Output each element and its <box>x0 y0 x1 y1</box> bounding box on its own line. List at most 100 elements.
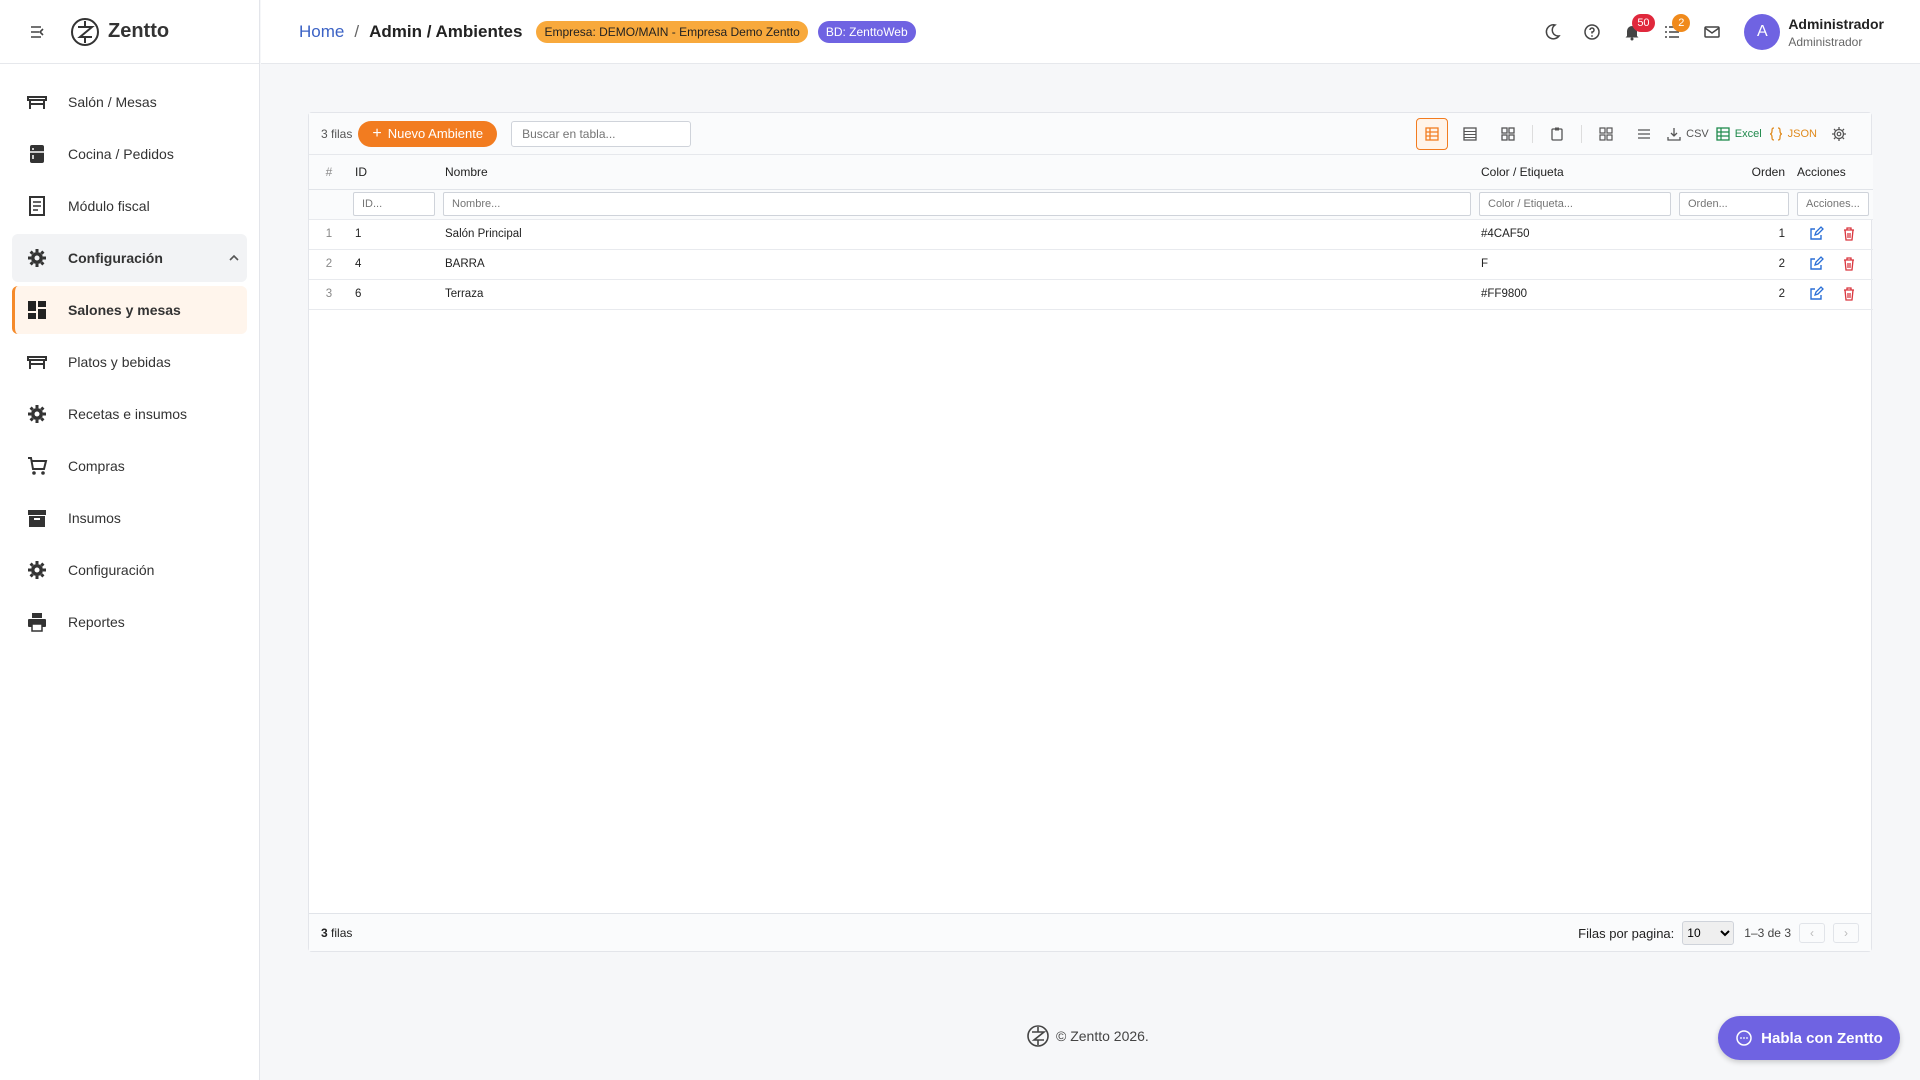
menu-collapse-icon[interactable] <box>28 22 48 42</box>
table-view-icon <box>1425 127 1439 141</box>
sidebar-item-label: Salón / Mesas <box>68 94 157 110</box>
table-search-input[interactable] <box>511 120 692 147</box>
sidebar-item-recetas-insumos[interactable]: Recetas e insumos <box>12 390 247 438</box>
user-name: Administrador <box>1788 15 1884 32</box>
table-row[interactable]: 3 6 Terraza #FF9800 2 <box>309 279 1873 310</box>
row-number: 2 <box>309 249 349 280</box>
cart-icon <box>26 455 48 477</box>
filter-cell-orden <box>1675 189 1793 220</box>
sidebar-nav: Salón / Mesas Cocina / Pedidos Módulo fi… <box>0 64 259 646</box>
prev-page-button[interactable]: ‹ <box>1799 923 1825 943</box>
rows-per-page-label: Filas por pagina: <box>1578 925 1675 941</box>
database-badge[interactable]: BD: ZenttoWeb <box>817 20 916 43</box>
user-info[interactable]: Administrador Administrador <box>1788 16 1884 49</box>
chat-assistant-button[interactable]: Habla con Zentto <box>1718 1016 1900 1060</box>
sidebar-item-salones-mesas[interactable]: Salones y mesas <box>12 286 247 334</box>
sidebar-item-cocina-pedidos[interactable]: Cocina / Pedidos <box>12 130 247 178</box>
filter-nombre-input[interactable] <box>443 192 1471 216</box>
trash-icon <box>1844 287 1855 301</box>
table-row[interactable]: 2 4 BARRA F 2 <box>309 249 1873 280</box>
edit-button[interactable] <box>1805 253 1827 275</box>
sidebar-item-compras[interactable]: Compras <box>12 442 247 490</box>
cell-acciones <box>1793 219 1873 250</box>
sidebar-item-label: Cocina / Pedidos <box>68 146 174 162</box>
ambientes-grid-panel: 3 filas + Nuevo Ambiente Buscar en tabla… <box>308 112 1873 952</box>
spreadsheet-icon <box>1716 127 1730 141</box>
avatar[interactable]: A <box>1744 14 1781 50</box>
sidebar-item-modulo-fiscal[interactable]: Módulo fiscal <box>12 182 247 230</box>
sidebar-item-insumos[interactable]: Insumos <box>12 494 247 542</box>
breadcrumb-home-link[interactable]: Home <box>299 22 344 42</box>
filter-id-input[interactable] <box>353 192 435 216</box>
table-icon <box>26 351 48 373</box>
next-page-button[interactable]: › <box>1833 923 1859 943</box>
column-header-color[interactable]: Color / Etiqueta <box>1475 155 1675 190</box>
tasks-count-badge: 2 <box>1672 14 1691 32</box>
dark-mode-toggle[interactable] <box>1532 12 1572 52</box>
messages-button[interactable] <box>1692 12 1732 52</box>
edit-icon <box>1810 226 1824 240</box>
toolbar-divider <box>1532 125 1534 143</box>
delete-button[interactable] <box>1838 223 1860 245</box>
grid-settings-button[interactable] <box>1823 118 1855 150</box>
help-button[interactable] <box>1572 12 1612 52</box>
filter-color-input[interactable] <box>1479 192 1671 216</box>
compact-view-button[interactable] <box>1454 118 1486 150</box>
column-header-num: # <box>309 155 349 190</box>
edit-button[interactable] <box>1805 283 1827 305</box>
group-by-button[interactable] <box>1590 118 1622 150</box>
cell-color: F <box>1475 249 1675 280</box>
sidebar-item-label: Configuración <box>68 562 155 578</box>
delete-button[interactable] <box>1838 253 1860 275</box>
sidebar-item-salon-mesas[interactable]: Salón / Mesas <box>12 78 247 126</box>
cell-id: 4 <box>349 249 439 280</box>
column-header-nombre[interactable]: Nombre <box>439 155 1475 190</box>
filter-acciones-input[interactable] <box>1797 192 1869 216</box>
empresa-badge[interactable]: Empresa: DEMO/MAIN - Empresa Demo Zentto <box>536 20 808 43</box>
export-excel-button[interactable]: Excel <box>1715 118 1762 150</box>
mail-icon <box>1704 26 1721 38</box>
sidebar-item-configuracion[interactable]: Configuración <box>12 546 247 594</box>
menu-lines-icon <box>1638 129 1651 139</box>
cell-color: #FF9800 <box>1475 279 1675 310</box>
help-icon <box>1584 24 1601 40</box>
gear-icon <box>26 403 48 425</box>
table-view-button[interactable] <box>1416 118 1449 150</box>
export-csv-button[interactable]: CSV <box>1666 118 1709 150</box>
filter-row <box>309 189 1873 220</box>
column-header-orden[interactable]: Orden <box>1675 155 1793 190</box>
sidebar-group-configuracion[interactable]: Configuración <box>12 234 247 282</box>
delete-button[interactable] <box>1838 283 1860 305</box>
new-ambiente-label: Nuevo Ambiente <box>387 126 484 141</box>
sidebar-item-label: Recetas e insumos <box>68 406 188 422</box>
notifications-count-badge: 50 <box>1632 14 1655 32</box>
filter-orden-input[interactable] <box>1679 192 1789 216</box>
card-view-button[interactable] <box>1492 118 1524 150</box>
tasks-button[interactable]: 2 <box>1652 12 1692 52</box>
column-header-id[interactable]: ID <box>349 155 439 190</box>
cell-nombre: Salón Principal <box>439 219 1475 250</box>
row-count-label: 3 filas <box>321 126 353 141</box>
density-button[interactable] <box>1628 118 1660 150</box>
clipboard-button[interactable] <box>1541 118 1573 150</box>
trash-icon <box>1844 227 1855 241</box>
table-icon <box>26 91 48 113</box>
export-json-button[interactable]: JSON <box>1768 118 1817 150</box>
chat-button-label: Habla con Zentto <box>1761 1029 1883 1047</box>
sidebar-item-reportes[interactable]: Reportes <box>12 598 247 646</box>
edit-button[interactable] <box>1805 223 1827 245</box>
sidebar-item-platos-bebidas[interactable]: Platos y bebidas <box>12 338 247 386</box>
receipt-icon <box>26 195 48 217</box>
rows-per-page-select[interactable]: 10 <box>1682 921 1735 945</box>
breadcrumb: Home / Admin / Ambientes <box>299 22 522 42</box>
sidebar-item-label: Platos y bebidas <box>68 354 171 370</box>
filter-cell-num <box>309 189 349 220</box>
header-actions: 50 2 A Administrador Administrador <box>1532 0 1920 64</box>
gear-icon <box>26 247 48 269</box>
download-icon <box>1667 128 1681 141</box>
row-number: 3 <box>309 279 349 310</box>
table-row[interactable]: 1 1 Salón Principal #4CAF50 1 <box>309 219 1873 250</box>
notifications-button[interactable]: 50 <box>1612 12 1655 52</box>
new-ambiente-button[interactable]: + Nuevo Ambiente <box>358 120 498 147</box>
sidebar-item-label: Módulo fiscal <box>68 198 150 214</box>
